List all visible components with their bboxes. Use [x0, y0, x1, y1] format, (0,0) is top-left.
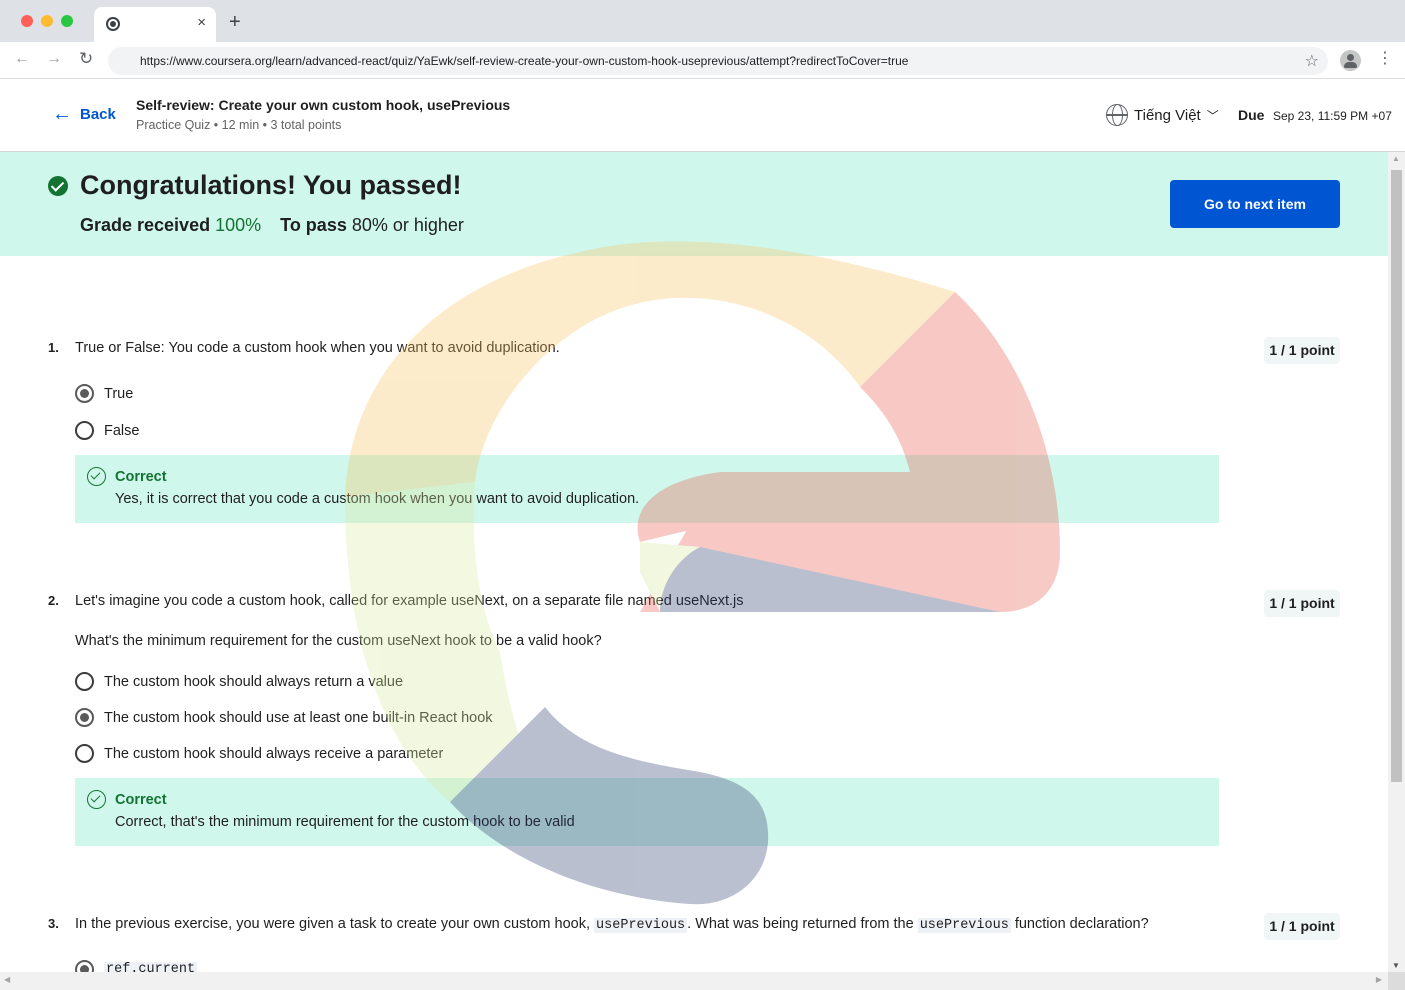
forward-arrow-icon[interactable]: →	[46, 50, 62, 68]
quiz-header: ← Back Self-review: Create your own cust…	[0, 79, 1405, 152]
option[interactable]: ref.current	[75, 960, 198, 972]
question-points: 1 / 1 point	[1264, 590, 1340, 617]
feedback-text: Correct, that's the minimum requirement …	[115, 814, 575, 830]
question-text-part: . What was being returned from the	[687, 916, 914, 932]
go-to-next-item-button[interactable]: Go to next item	[1170, 180, 1340, 228]
back-button[interactable]: ← Back	[52, 103, 116, 125]
quiz-title: Self-review: Create your own custom hook…	[136, 97, 511, 113]
watermark-logo-icon	[345, 241, 1060, 905]
feedback-text: Yes, it is correct that you code a custo…	[115, 491, 640, 507]
option-label: False	[104, 422, 140, 439]
browser-tab[interactable]: ×	[94, 7, 216, 42]
tab-close-icon[interactable]: ×	[197, 14, 206, 32]
radio-selected[interactable]	[75, 708, 94, 727]
radio-unselected[interactable]	[75, 744, 94, 763]
globe-icon	[1106, 104, 1128, 126]
feedback-correct: Correct Yes, it is correct that you code…	[75, 455, 1219, 523]
inline-code: usePrevious	[594, 918, 688, 933]
address-bar[interactable]: https://www.coursera.org/learn/advanced-…	[108, 47, 1328, 75]
grade-label: Grade received	[80, 215, 211, 235]
pass-requirement: 80% or higher	[351, 215, 464, 235]
pass-label: To pass	[280, 215, 347, 235]
maximize-window-button[interactable]	[61, 15, 73, 27]
quiz-meta: Practice Quiz • 12 min • 3 total points	[136, 118, 342, 132]
horizontal-scrollbar[interactable]: ◀ ▶	[0, 972, 1388, 990]
radio-selected[interactable]	[75, 960, 94, 972]
browser-toolbar: ← → ↻ https://www.coursera.org/learn/adv…	[0, 42, 1405, 79]
arrow-left-icon: ←	[52, 103, 72, 125]
option[interactable]: The custom hook should always return a v…	[75, 672, 403, 691]
browser-menu-icon[interactable]: ⋮	[1377, 50, 1393, 68]
question-number: 1.	[48, 340, 59, 355]
favicon-icon	[106, 17, 120, 31]
scrollbar-thumb[interactable]	[1391, 170, 1402, 782]
pass-banner: Congratulations! You passed! Grade recei…	[0, 152, 1388, 256]
language-selector[interactable]: Tiếng Việt ﹀	[1106, 104, 1219, 126]
option-label: The custom hook should always receive a …	[104, 745, 444, 762]
option-false[interactable]: False	[75, 421, 139, 440]
vertical-scrollbar[interactable]: ▲ ▼	[1388, 152, 1405, 972]
url-text[interactable]: https://www.coursera.org/learn/advanced-…	[140, 54, 908, 68]
reload-icon[interactable]: ↻	[79, 50, 93, 68]
pass-title: Congratulations! You passed!	[80, 170, 462, 200]
scroll-right-icon[interactable]: ▶	[1376, 975, 1382, 984]
feedback-title: Correct	[115, 469, 167, 485]
scroll-up-icon[interactable]: ▲	[1392, 154, 1400, 163]
browser-tab-bar: × +	[0, 0, 1405, 42]
check-circle-outline-icon	[87, 467, 106, 486]
option-label: ref.current	[104, 962, 198, 972]
inline-code: usePrevious	[917, 918, 1011, 933]
radio-unselected[interactable]	[75, 672, 94, 691]
question-text-part: function declaration?	[1014, 916, 1149, 932]
check-circle-icon	[48, 176, 68, 196]
question-points: 1 / 1 point	[1264, 913, 1340, 940]
language-label: Tiếng Việt	[1134, 106, 1201, 124]
feedback-correct: Correct Correct, that's the minimum requ…	[75, 778, 1219, 846]
scrollbar-corner	[1388, 972, 1405, 990]
option-label: The custom hook should always return a v…	[104, 673, 404, 690]
question-text-part: In the previous exercise, you were given…	[75, 916, 591, 932]
question-text: True or False: You code a custom hook wh…	[75, 340, 560, 356]
question-subtext: What's the minimum requirement for the c…	[75, 633, 602, 649]
chevron-down-icon: ﹀	[1206, 108, 1219, 123]
grade-summary: Grade received 100% To pass 80% or highe…	[80, 215, 464, 236]
grade-value: 100%	[215, 215, 262, 235]
question-text: Let's imagine you code a custom hook, ca…	[75, 593, 744, 609]
question-points: 1 / 1 point	[1264, 337, 1340, 364]
new-tab-button[interactable]: +	[229, 12, 241, 32]
close-window-button[interactable]	[21, 15, 33, 27]
option-true[interactable]: True	[75, 384, 133, 403]
due-label: Due	[1238, 107, 1265, 123]
option[interactable]: The custom hook should use at least one …	[75, 708, 493, 727]
radio-selected[interactable]	[75, 384, 94, 403]
scroll-left-icon[interactable]: ◀	[4, 975, 10, 984]
profile-avatar-icon[interactable]	[1340, 50, 1361, 71]
back-label: Back	[80, 105, 116, 123]
radio-unselected[interactable]	[75, 421, 94, 440]
minimize-window-button[interactable]	[41, 15, 53, 27]
quiz-content: Congratulations! You passed! Grade recei…	[0, 152, 1388, 972]
back-arrow-icon[interactable]: ←	[14, 50, 30, 68]
check-circle-outline-icon	[87, 790, 106, 809]
bookmark-star-icon[interactable]: ☆	[1305, 51, 1319, 71]
scroll-down-icon[interactable]: ▼	[1392, 961, 1400, 970]
feedback-title: Correct	[115, 792, 167, 808]
due-date: Sep 23, 11:59 PM +07	[1273, 109, 1392, 123]
option[interactable]: The custom hook should always receive a …	[75, 744, 443, 763]
option-label: True	[104, 385, 134, 402]
question-text: In the previous exercise, you were given…	[75, 916, 1149, 933]
question-number: 3.	[48, 916, 59, 931]
question-number: 2.	[48, 593, 59, 608]
option-label: The custom hook should use at least one …	[104, 709, 493, 726]
